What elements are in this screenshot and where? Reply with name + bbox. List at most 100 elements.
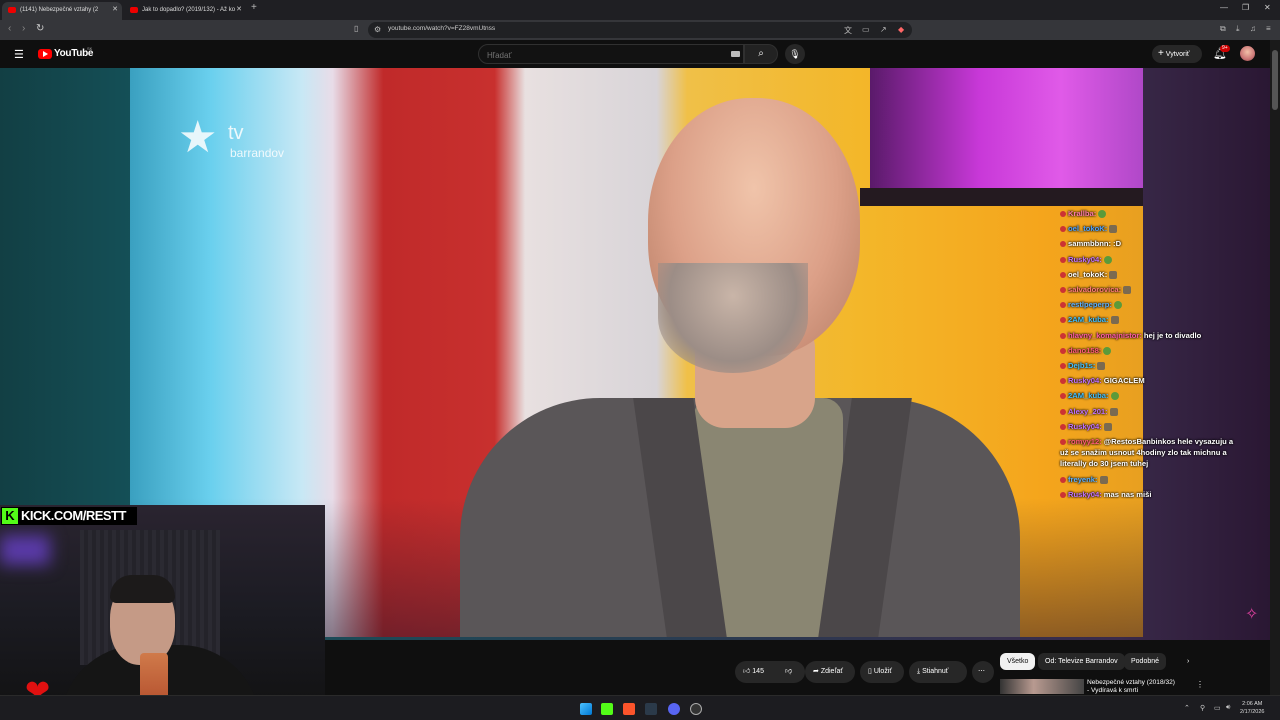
chip-all[interactable]: Všetko bbox=[1000, 653, 1036, 670]
download-label: Stiahnuť bbox=[922, 668, 949, 675]
chat-username: romyy12: bbox=[1068, 437, 1102, 447]
chat-badge-icon bbox=[1060, 211, 1066, 217]
voice-search-button[interactable]: 🎙 bbox=[785, 44, 805, 64]
channel-watermark: ★ tv barrandov bbox=[178, 116, 308, 166]
avatar[interactable] bbox=[1240, 46, 1255, 61]
back-icon[interactable]: ‹ bbox=[8, 23, 11, 34]
network-icon[interactable]: ▭ bbox=[1214, 704, 1221, 712]
chip-channel[interactable]: Od: Televize Barrandov bbox=[1038, 653, 1125, 670]
share-page-icon[interactable]: ↗ bbox=[880, 25, 887, 34]
tab-inactive[interactable]: Jak to dopadlo? (2019/132) - Až ko ✕ bbox=[124, 2, 246, 20]
hamburger-menu-icon[interactable]: ☰ bbox=[14, 48, 24, 61]
chat-message: 2AM_kuba: bbox=[1060, 312, 1240, 327]
chat-message: oel_tokoK: bbox=[1060, 221, 1240, 236]
chat-username: salvadorovica: bbox=[1068, 285, 1122, 295]
reload-icon[interactable]: ↻ bbox=[36, 23, 44, 34]
chat-message: Rusky04: mas nas miši bbox=[1060, 487, 1240, 502]
microphone-icon: 🎙 bbox=[789, 49, 801, 59]
maximize-icon[interactable]: ❐ bbox=[1242, 3, 1249, 12]
bookmark-icon[interactable]: ▯ bbox=[354, 24, 358, 33]
chat-badge-icon bbox=[1060, 287, 1066, 294]
brave-browser-icon[interactable] bbox=[623, 703, 635, 715]
tab-active[interactable]: (1141) Nebezpečné vztahy (2 ✕ bbox=[2, 2, 122, 20]
windows-start-icon[interactable] bbox=[580, 703, 592, 715]
windows-taskbar: ⌃ ⚲ ▭ 🔊︎ 2:06 AM 2/17/2026 bbox=[0, 695, 1280, 720]
chat-message: Krallba: bbox=[1060, 206, 1240, 221]
notification-count-badge: 9+ bbox=[1220, 45, 1230, 52]
steam-icon[interactable] bbox=[690, 703, 702, 715]
download-button[interactable]: ⤓ Stiahnuť bbox=[909, 661, 967, 683]
dislike-button[interactable]: 👎︎ bbox=[785, 661, 792, 683]
thumbs-down-icon: 👎︎ bbox=[785, 668, 793, 675]
more-actions-button[interactable]: ⋯ bbox=[972, 661, 994, 683]
chips-next-icon[interactable]: › bbox=[1180, 653, 1196, 670]
new-tab-button[interactable]: + bbox=[251, 2, 257, 13]
browser-menu-icon[interactable]: ≡ bbox=[1266, 24, 1271, 33]
volume-icon[interactable]: 🔊︎ bbox=[1226, 704, 1230, 712]
chat-username: Krallba: bbox=[1068, 209, 1097, 218]
xbox-app-icon[interactable] bbox=[645, 703, 657, 715]
youtube-logo-icon[interactable] bbox=[38, 49, 52, 59]
star-logo-icon: ★ bbox=[178, 113, 218, 162]
url-text: youtube.com/watch?v=FZ28vmUtnss bbox=[388, 25, 496, 32]
plus-icon: + bbox=[1158, 48, 1164, 59]
close-tab-icon[interactable]: ✕ bbox=[236, 2, 242, 18]
cam-light bbox=[0, 535, 50, 565]
chat-text: hej je to divadlo bbox=[1143, 330, 1202, 340]
more-icon: ⋯ bbox=[978, 668, 985, 675]
chat-username: Rusky04: bbox=[1068, 376, 1102, 386]
tray-chevron-icon[interactable]: ⌃ bbox=[1184, 704, 1190, 712]
chat-message: Rusky04: bbox=[1060, 419, 1240, 434]
chat-message: freyenk: bbox=[1060, 472, 1240, 487]
chip-similar[interactable]: Podobné bbox=[1124, 653, 1167, 670]
keyboard-icon[interactable] bbox=[731, 51, 740, 57]
chat-badge-icon bbox=[1060, 491, 1066, 498]
chat-username: 2AM_kuba: bbox=[1068, 315, 1109, 325]
scrollbar-thumb[interactable] bbox=[1272, 50, 1278, 110]
tab-title: (1141) Nebezpečné vztahy (2 bbox=[20, 7, 99, 13]
chat-username: sammbbnn: bbox=[1068, 239, 1112, 249]
tray-app-icon[interactable]: ⚲ bbox=[1200, 704, 1205, 712]
scrollbar[interactable] bbox=[1270, 40, 1280, 695]
chat-text: mas nas miši bbox=[1103, 489, 1152, 499]
system-clock[interactable]: 2:06 AM 2/17/2026 bbox=[1240, 700, 1264, 716]
kick-banner: K KICK.COM/RESTT bbox=[1, 507, 137, 525]
watermark-top: tv bbox=[228, 122, 244, 144]
discord-icon[interactable] bbox=[668, 703, 680, 715]
chat-message: dano158: bbox=[1060, 343, 1240, 358]
kick-app-icon[interactable] bbox=[601, 703, 613, 715]
forward-icon[interactable]: › bbox=[22, 23, 25, 34]
cast-icon[interactable]: ▭ bbox=[862, 25, 870, 34]
recommended-video[interactable]: Nebezpečné vztahy (2018/32) - Vydíravá k… bbox=[1000, 679, 1270, 694]
like-button[interactable]: 👍︎ 145 bbox=[743, 668, 764, 675]
close-tab-icon[interactable]: ✕ bbox=[112, 2, 118, 18]
translate-icon[interactable]: 文 bbox=[844, 25, 852, 36]
site-info-icon[interactable]: ⚙ bbox=[374, 25, 381, 34]
chat-emote-icon bbox=[1103, 255, 1112, 264]
search-box[interactable] bbox=[478, 44, 744, 64]
share-label: Zdieľať bbox=[820, 668, 844, 675]
save-button[interactable]: ▯ Uložiť bbox=[860, 661, 904, 683]
extensions-icon[interactable]: ⧉ bbox=[1220, 24, 1226, 34]
search-input[interactable] bbox=[487, 51, 687, 60]
chat-emote-icon bbox=[1103, 422, 1112, 431]
tab-title: Jak to dopadlo? (2019/132) - Až ko bbox=[142, 7, 236, 13]
downloads-icon[interactable]: ⤓ bbox=[1236, 24, 1240, 34]
video-title[interactable]: Nebezpečné vztahy (2018/32) - Vydíravá k… bbox=[1087, 679, 1177, 695]
create-button[interactable]: + Vytvoriť bbox=[1152, 45, 1202, 63]
chat-emote-icon bbox=[1110, 392, 1119, 401]
minimize-icon[interactable]: — bbox=[1220, 3, 1228, 12]
studio-screen bbox=[870, 68, 1143, 198]
chat-badge-icon bbox=[1060, 317, 1066, 324]
url-field[interactable]: ⚙ youtube.com/watch?v=FZ28vmUtnss 文 ▭ ↗ … bbox=[368, 22, 912, 38]
chat-text: GIGACLEM bbox=[1103, 376, 1145, 386]
close-window-icon[interactable]: ✕ bbox=[1264, 3, 1271, 12]
kick-logo-icon: K bbox=[2, 508, 18, 524]
browser-tab-bar: (1141) Nebezpečné vztahy (2 ✕ Jak to dop… bbox=[0, 0, 1280, 20]
video-menu-icon[interactable]: ⋮ bbox=[1196, 680, 1204, 689]
share-button[interactable]: ➦ Zdieľať bbox=[805, 661, 855, 683]
video-thumbnail[interactable] bbox=[1000, 679, 1084, 694]
search-button[interactable]: ⌕ bbox=[744, 44, 778, 64]
brave-shield-icon[interactable]: ◆ bbox=[898, 25, 904, 34]
media-icon[interactable]: ♫ bbox=[1250, 24, 1256, 33]
